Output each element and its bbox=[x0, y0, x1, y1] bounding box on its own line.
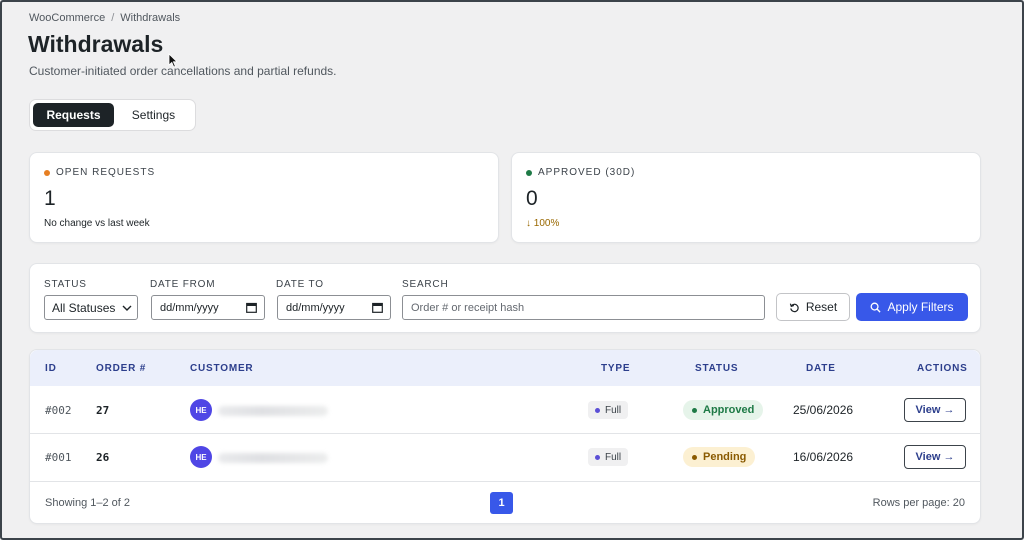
filters-panel: STATUS All Statuses DATE FROM dd/mm/yyyy… bbox=[29, 263, 981, 333]
row-id: #002 bbox=[45, 404, 72, 417]
page-subtitle: Customer-initiated order cancellations a… bbox=[29, 64, 337, 78]
date-to-label: DATE TO bbox=[276, 279, 324, 290]
search-label: SEARCH bbox=[402, 279, 449, 290]
apply-filters-label: Apply Filters bbox=[887, 300, 954, 314]
date-to-placeholder: dd/mm/yyyy bbox=[286, 301, 345, 314]
stat-trend: ↓ 100% bbox=[526, 218, 560, 229]
column-header-id[interactable]: ID bbox=[45, 363, 57, 374]
row-date: 25/06/2026 bbox=[793, 403, 854, 417]
table-header: ID ORDER # CUSTOMER TYPE STATUS DATE ACT… bbox=[30, 350, 980, 386]
type-badge: Full bbox=[588, 448, 629, 466]
type-badge: Full bbox=[588, 401, 629, 419]
status-badge: Pending bbox=[683, 447, 756, 467]
chevron-down-icon bbox=[122, 305, 132, 311]
row-order-number: 27 bbox=[96, 404, 110, 417]
row-id: #001 bbox=[45, 451, 72, 464]
row-order-number: 26 bbox=[96, 451, 110, 464]
type-badge-text: Full bbox=[605, 404, 622, 416]
mouse-cursor-icon bbox=[168, 53, 178, 68]
avatar: HE bbox=[190, 446, 212, 468]
stat-note: No change vs last week bbox=[44, 218, 150, 229]
tab-bar: Requests Settings bbox=[29, 99, 196, 131]
stat-value: 0 bbox=[526, 187, 538, 210]
breadcrumb-separator: / bbox=[111, 12, 115, 24]
table-row: #002 27 HE Full Approved 25/06/2026 View… bbox=[30, 386, 980, 434]
type-dot-icon bbox=[595, 407, 600, 413]
breadcrumb: WooCommerce / Withdrawals bbox=[29, 12, 180, 24]
status-badge-text: Approved bbox=[703, 404, 755, 416]
calendar-icon[interactable] bbox=[246, 302, 257, 313]
date-from-input[interactable]: dd/mm/yyyy bbox=[151, 295, 265, 320]
avatar: HE bbox=[190, 399, 212, 421]
app-window: WooCommerce / Withdrawals Withdrawals Cu… bbox=[0, 0, 1024, 540]
search-icon bbox=[871, 302, 882, 313]
status-badge: Approved bbox=[683, 400, 764, 420]
status-select[interactable]: All Statuses bbox=[44, 295, 138, 320]
stat-card-approved: APPROVED (30D) 0 ↓ 100% bbox=[511, 152, 981, 243]
column-header-date[interactable]: DATE bbox=[806, 363, 836, 374]
status-dot-icon bbox=[692, 454, 697, 460]
type-badge-text: Full bbox=[605, 451, 622, 463]
status-filter-label: STATUS bbox=[44, 279, 87, 290]
table-row: #001 26 HE Full Pending 16/06/2026 View … bbox=[30, 434, 980, 482]
search-placeholder: Order # or receipt hash bbox=[411, 301, 525, 314]
date-to-input[interactable]: dd/mm/yyyy bbox=[277, 295, 391, 320]
tab-requests[interactable]: Requests bbox=[33, 103, 114, 127]
rows-per-page-control[interactable]: Rows per page: 20 bbox=[873, 497, 965, 509]
view-button[interactable]: View → bbox=[904, 398, 966, 422]
reset-icon bbox=[789, 302, 799, 312]
column-header-type[interactable]: TYPE bbox=[601, 363, 630, 374]
tab-settings[interactable]: Settings bbox=[115, 103, 192, 127]
stat-label: OPEN REQUESTS bbox=[44, 167, 155, 178]
column-header-status[interactable]: STATUS bbox=[695, 363, 738, 374]
status-dot-icon bbox=[526, 169, 532, 176]
redacted-customer-email bbox=[218, 406, 328, 416]
view-button[interactable]: View → bbox=[904, 445, 966, 469]
pagination-summary: Showing 1–2 of 2 bbox=[45, 497, 131, 509]
apply-filters-button[interactable]: Apply Filters bbox=[856, 293, 968, 321]
status-badge-text: Pending bbox=[703, 451, 747, 463]
reset-button[interactable]: Reset bbox=[776, 293, 850, 321]
redacted-customer-email bbox=[218, 453, 328, 463]
status-dot-icon bbox=[44, 169, 50, 176]
type-dot-icon bbox=[595, 454, 600, 460]
breadcrumb-root-link[interactable]: WooCommerce bbox=[29, 12, 105, 24]
row-date: 16/06/2026 bbox=[793, 450, 854, 464]
reset-button-label: Reset bbox=[805, 300, 838, 314]
status-dot-icon bbox=[692, 407, 697, 413]
stat-value: 1 bbox=[44, 187, 56, 210]
column-header-order[interactable]: ORDER # bbox=[96, 363, 146, 374]
date-from-placeholder: dd/mm/yyyy bbox=[160, 301, 219, 314]
stat-label-text: APPROVED (30D) bbox=[538, 167, 636, 178]
row-divider bbox=[30, 481, 980, 482]
stat-label: APPROVED (30D) bbox=[526, 167, 635, 178]
breadcrumb-current: Withdrawals bbox=[120, 12, 181, 24]
column-header-actions: ACTIONS bbox=[917, 363, 968, 374]
status-select-value: All Statuses bbox=[52, 300, 116, 315]
calendar-icon[interactable] bbox=[372, 302, 383, 313]
withdrawals-table: ID ORDER # CUSTOMER TYPE STATUS DATE ACT… bbox=[29, 349, 981, 524]
stat-card-open-requests: OPEN REQUESTS 1 No change vs last week bbox=[29, 152, 499, 243]
page-title: Withdrawals bbox=[28, 31, 164, 57]
search-input[interactable]: Order # or receipt hash bbox=[402, 295, 765, 320]
stat-label-text: OPEN REQUESTS bbox=[56, 167, 156, 178]
pagination-page-button[interactable]: 1 bbox=[490, 492, 513, 514]
date-from-label: DATE FROM bbox=[150, 279, 216, 290]
column-header-customer[interactable]: CUSTOMER bbox=[190, 363, 253, 374]
